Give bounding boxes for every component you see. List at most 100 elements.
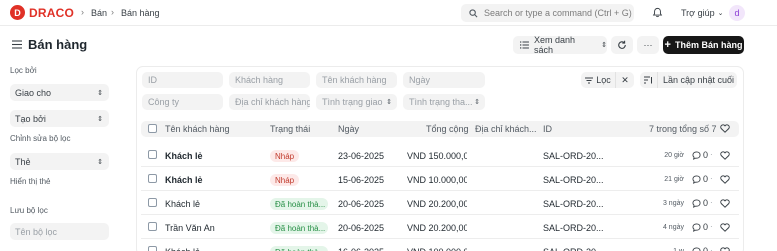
- table-row[interactable]: Khách lẻ Nháp 23-06-2025 VND 150.000,00 SAL-…: [141, 143, 739, 167]
- filter-button-label: Lọc: [596, 75, 611, 85]
- date-cell: 23-06-2025: [338, 151, 385, 161]
- heart-icon[interactable]: [720, 199, 730, 208]
- heart-icon[interactable]: [720, 124, 730, 133]
- heart-icon[interactable]: [720, 247, 730, 251]
- plus-icon: +: [664, 38, 671, 51]
- show-tags-link[interactable]: Hiển thị thẻ: [10, 177, 50, 186]
- search-bar[interactable]: [461, 4, 634, 22]
- heart-icon[interactable]: [720, 175, 730, 184]
- date-filter-input[interactable]: [403, 72, 485, 88]
- customer-filter-input[interactable]: [229, 72, 310, 88]
- select-all-checkbox[interactable]: [148, 124, 157, 133]
- tags-label: Thẻ: [15, 156, 31, 167]
- heart-icon[interactable]: [720, 151, 730, 160]
- clear-filters-button[interactable]: ✕: [615, 72, 634, 88]
- logo-text: DRACO: [29, 5, 74, 20]
- table-row[interactable]: Khách lẻ Đã hoàn thà... 16-06-2025 VND 100.…: [141, 239, 739, 251]
- save-filter-label: Lưu bộ lọc: [10, 206, 48, 215]
- id-cell[interactable]: SAL-ORD-20...: [543, 247, 605, 251]
- comment-icon: [692, 198, 701, 208]
- comment-count[interactable]: 0: [692, 246, 708, 251]
- sort-direction-button[interactable]: [640, 72, 657, 88]
- chevron-updown-icon: ⇕: [97, 89, 103, 97]
- top-navbar: D DRACO › Bán › Bán hàng Trợ giúp ⌄ d: [0, 0, 777, 26]
- comment-count[interactable]: 0: [692, 150, 708, 160]
- sidebar-toggle-icon[interactable]: [12, 40, 22, 49]
- table-header: Tên khách hàng Trạng thái Ngày Tổng cộng…: [141, 121, 739, 137]
- id-cell[interactable]: SAL-ORD-20...: [543, 223, 605, 233]
- list-icon: [520, 41, 529, 49]
- customer-name-cell[interactable]: Khách lẻ: [165, 151, 260, 161]
- id-filter-input[interactable]: [142, 72, 223, 88]
- date-cell: 16-06-2025: [338, 247, 384, 251]
- row-checkbox[interactable]: [148, 174, 157, 183]
- breadcrumb-sales-order[interactable]: Bán hàng: [121, 8, 160, 18]
- bell-icon[interactable]: [652, 7, 663, 18]
- company-filter-input[interactable]: [142, 94, 223, 110]
- comment-icon: [692, 222, 701, 232]
- add-sales-order-button[interactable]: + Thêm Bán hàng: [663, 36, 744, 54]
- separator-dot: ·: [710, 222, 713, 231]
- chevron-updown-icon: ⇕: [386, 99, 392, 106]
- refresh-button[interactable]: [611, 36, 633, 54]
- customer-name-cell[interactable]: Trần Văn An: [165, 223, 260, 233]
- id-cell[interactable]: SAL-ORD-20...: [543, 175, 605, 185]
- comment-count[interactable]: 0: [692, 198, 708, 208]
- customer-name-filter-input[interactable]: [316, 72, 397, 88]
- table-row[interactable]: Trần Văn An Đã hoàn thà... 20-06-2025 VND 2…: [141, 215, 739, 239]
- column-grand-total: Tổng cộng: [426, 124, 469, 134]
- sort-icon: [644, 76, 652, 84]
- created-by-select[interactable]: Tạo bởi ⇕: [10, 110, 109, 127]
- chevron-right-icon: ›: [111, 7, 114, 17]
- modified-time: 3 ngày: [662, 200, 684, 207]
- status-badge: Nháp: [270, 174, 300, 186]
- logo-icon: D: [10, 5, 25, 20]
- customer-name-cell[interactable]: Khách lẻ: [165, 175, 260, 185]
- list-view-label: Xem danh sách: [533, 35, 575, 55]
- table-row[interactable]: Khách lẻ Nháp 15-06-2025 VND 10.000,00 SAL-O…: [141, 167, 739, 191]
- customer-name-cell[interactable]: Khách lẻ: [165, 247, 260, 251]
- separator-dot: ·: [710, 246, 713, 251]
- separator-dot: ·: [710, 150, 713, 159]
- help-menu[interactable]: Trợ giúp ⌄: [681, 8, 723, 18]
- grand-total-cell: VND 10.000,00: [407, 175, 467, 185]
- search-input[interactable]: [484, 8, 634, 18]
- column-status: Trạng thái: [270, 124, 311, 134]
- chevron-updown-icon: ⇕: [97, 115, 103, 123]
- modified-time: 20 giờ: [664, 152, 684, 159]
- avatar[interactable]: d: [729, 5, 745, 21]
- list-view-button[interactable]: Xem danh sách ⇕: [513, 35, 607, 55]
- comment-count-value: 0: [703, 246, 709, 251]
- heart-icon[interactable]: [720, 223, 730, 232]
- id-cell[interactable]: SAL-ORD-20...: [543, 151, 605, 161]
- filter-name-input[interactable]: [10, 223, 109, 240]
- row-checkbox[interactable]: [148, 150, 157, 159]
- column-customer-name: Tên khách hàng: [165, 124, 230, 134]
- comment-count[interactable]: 0: [692, 222, 708, 232]
- id-cell[interactable]: SAL-ORD-20...: [543, 199, 605, 209]
- status-badge: Nháp: [270, 150, 300, 162]
- status-badge: Đã hoàn thà...: [270, 222, 328, 234]
- filter-button[interactable]: Lọc: [581, 72, 615, 88]
- assigned-to-label: Giao cho: [15, 87, 52, 98]
- sort-by-select[interactable]: Lần cập nhật cuối: [657, 72, 737, 88]
- row-checkbox[interactable]: [148, 198, 157, 207]
- breadcrumb-selling[interactable]: Bán: [91, 8, 107, 18]
- payment-status-label: Tình trạng tha...: [409, 97, 473, 107]
- customer-address-filter-input[interactable]: [229, 94, 310, 110]
- more-actions-button[interactable]: ···: [637, 36, 659, 54]
- table-row[interactable]: Khách lẻ Đã hoàn thà... 20-06-2025 VND 20.2…: [141, 191, 739, 215]
- comment-count[interactable]: 0: [692, 174, 708, 184]
- row-checkbox[interactable]: [148, 246, 157, 251]
- delivery-status-select[interactable]: Tình trạng giao ⇕: [316, 94, 397, 110]
- tags-select[interactable]: Thẻ ⇕: [10, 153, 109, 170]
- row-checkbox[interactable]: [148, 222, 157, 231]
- app-logo[interactable]: D DRACO: [10, 5, 74, 20]
- payment-status-select[interactable]: Tình trạng tha... ⇕: [403, 94, 485, 110]
- grand-total-cell: VND 20.200,00: [407, 223, 467, 233]
- customer-name-cell[interactable]: Khách lẻ: [165, 199, 260, 209]
- chevron-updown-icon: ⇕: [474, 99, 480, 106]
- column-customer-address: Địa chỉ khách...: [475, 124, 537, 134]
- assigned-to-select[interactable]: Giao cho ⇕: [10, 84, 109, 101]
- edit-filters-link[interactable]: Chỉnh sửa bộ lọc: [10, 134, 71, 143]
